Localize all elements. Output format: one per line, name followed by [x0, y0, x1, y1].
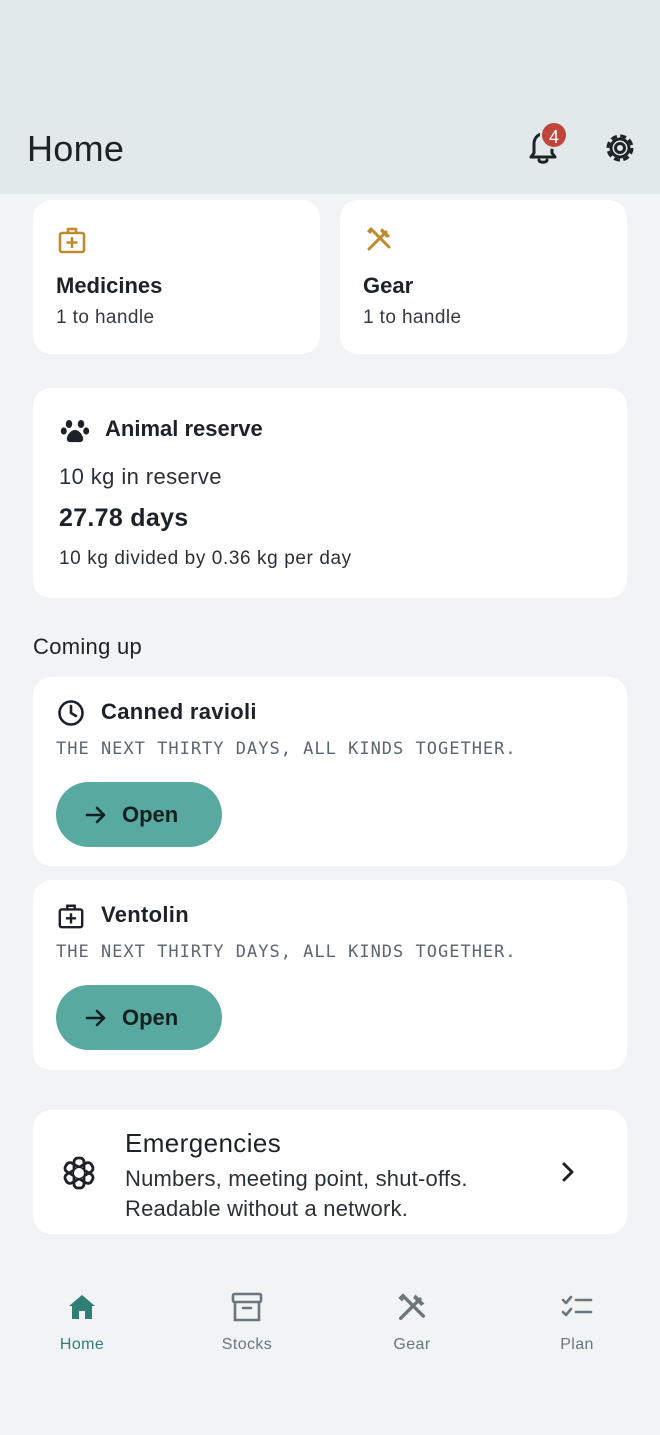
medkit-icon	[58, 904, 84, 929]
checklist-icon	[561, 1295, 593, 1317]
emergencies-card[interactable]: Emergencies Numbers, meeting point, shut…	[33, 1110, 627, 1234]
gear-card[interactable]: Gear 1 to handle	[340, 200, 627, 354]
emergencies-line-2: Readable without a network.	[125, 1196, 409, 1221]
upcoming-card: Canned ravioli THE NEXT THIRTY DAYS, ALL…	[33, 677, 627, 866]
arrow-right-icon	[85, 1009, 106, 1026]
nav-label: Plan	[560, 1336, 594, 1353]
stat-title: Gear	[363, 273, 414, 298]
nav-item-plan[interactable]: Plan	[517, 1290, 637, 1354]
nav-item-home[interactable]: Home	[22, 1290, 142, 1354]
emergencies-line-1: Numbers, meeting point, shut-offs.	[125, 1166, 468, 1191]
stat-sub: 1 to handle	[56, 307, 155, 328]
open-button[interactable]: Open	[56, 782, 222, 847]
emergencies-description: Numbers, meeting point, shut-offs. Reada…	[125, 1164, 468, 1224]
reserve-amount: 10 kg in reserve	[59, 464, 222, 489]
nav-item-stocks[interactable]: Stocks	[187, 1290, 307, 1354]
section-heading: Coming up	[33, 634, 143, 659]
animal-reserve-card[interactable]: Animal reserve 10 kg in reserve 27.78 da…	[33, 388, 627, 598]
upcoming-card: Ventolin THE NEXT THIRTY DAYS, ALL KINDS…	[33, 880, 627, 1070]
nav-label: Stocks	[221, 1336, 273, 1353]
stat-sub: 1 to handle	[363, 307, 462, 328]
nav-label: Home	[59, 1336, 105, 1353]
upcoming-title: Canned ravioli	[101, 699, 257, 724]
medical-star-icon	[63, 1156, 95, 1190]
medicines-card[interactable]: Medicines 1 to handle	[33, 200, 320, 354]
tools-icon	[398, 1293, 426, 1321]
paw-icon	[60, 420, 90, 443]
bottom-navigation: Home Stocks Gear Plan	[0, 1262, 660, 1435]
open-button[interactable]: Open	[56, 985, 222, 1050]
upcoming-description: THE NEXT THIRTY DAYS, ALL KINDS TOGETHER…	[56, 942, 517, 962]
page-title: Home	[27, 128, 125, 169]
top-app-bar: Home 4	[0, 0, 660, 194]
clock-icon	[58, 700, 84, 726]
nav-label: Gear	[393, 1336, 431, 1353]
emergencies-title: Emergencies	[125, 1128, 282, 1158]
medkit-icon	[58, 227, 86, 254]
reserve-calculation: 10 kg divided by 0.36 kg per day	[59, 548, 352, 569]
stat-title: Medicines	[56, 273, 163, 298]
open-button-label: Open	[122, 801, 179, 827]
tools-icon	[367, 227, 391, 251]
settings-button[interactable]	[600, 128, 640, 168]
upcoming-description: THE NEXT THIRTY DAYS, ALL KINDS TOGETHER…	[56, 739, 517, 759]
upcoming-title: Ventolin	[101, 902, 189, 927]
open-button-label: Open	[122, 1004, 179, 1030]
home-icon	[69, 1295, 95, 1319]
reserve-days: 27.78 days	[59, 504, 189, 532]
chevron-right-icon	[562, 1162, 574, 1182]
notification-badge: 4	[540, 121, 568, 149]
arrow-right-icon	[85, 806, 106, 823]
nav-item-gear[interactable]: Gear	[352, 1290, 472, 1354]
gear-icon	[606, 134, 634, 162]
archive-box-icon	[231, 1292, 263, 1322]
reserve-title: Animal reserve	[105, 416, 263, 441]
